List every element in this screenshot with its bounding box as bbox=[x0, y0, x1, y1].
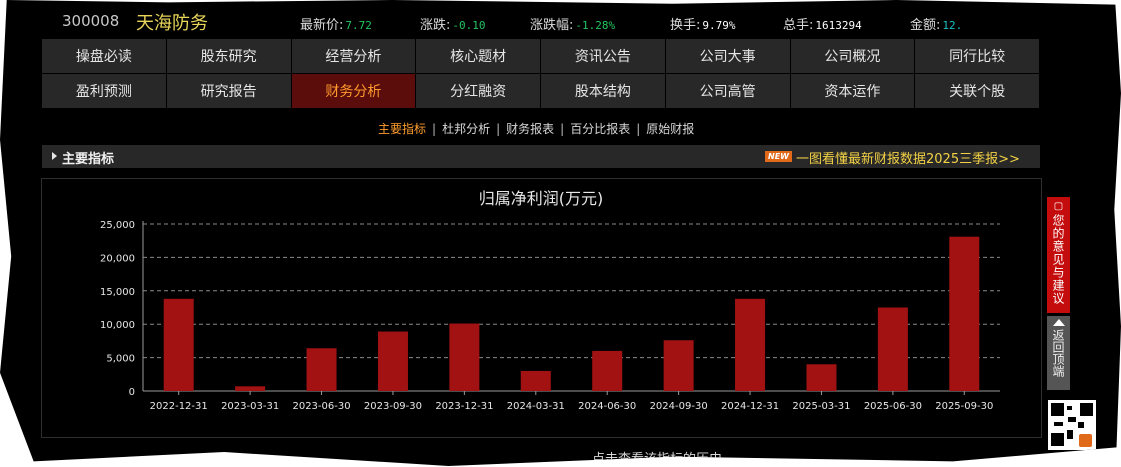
nav-tab-ziben[interactable]: 资本运作 bbox=[790, 74, 915, 108]
subtab-original[interactable]: 原始财报 bbox=[646, 120, 694, 137]
bar bbox=[163, 298, 194, 391]
section-title: 主要指标 bbox=[62, 152, 115, 167]
nav-tab-yanjiu[interactable]: 研究报告 bbox=[166, 74, 291, 108]
nav-tab-zixun[interactable]: 资讯公告 bbox=[541, 39, 665, 73]
stock-code: 300008 bbox=[62, 12, 120, 30]
history-hint[interactable]: 点击查看该指标的历史 bbox=[592, 448, 722, 466]
bar bbox=[806, 364, 837, 391]
x-tick-label: 2024-09-30 bbox=[650, 401, 708, 412]
y-tick-label: 15,000 bbox=[100, 287, 135, 298]
x-tick-label: 2024-12-31 bbox=[721, 401, 779, 412]
bar bbox=[377, 331, 408, 391]
bar bbox=[877, 307, 908, 391]
volume: 总手: 1613294 bbox=[783, 18, 862, 33]
qr-code bbox=[1048, 400, 1096, 450]
nav-tab-hexin[interactable]: 核心题材 bbox=[416, 39, 540, 73]
nav-row-1: 操盘必读 股东研究 经营分析 核心题材 资讯公告 公司大事 公司概况 同行比较 bbox=[42, 39, 1040, 73]
x-tick-label: 2023-12-31 bbox=[435, 401, 493, 412]
price-change: 涨跌: -0.10 bbox=[420, 18, 486, 33]
amount: 金额: 12. bbox=[910, 18, 963, 33]
x-tick-label: 2025-03-31 bbox=[792, 401, 850, 412]
chart-title: 归属净利润(万元) bbox=[479, 189, 604, 208]
bar bbox=[592, 350, 623, 391]
x-tick-label: 2025-06-30 bbox=[864, 401, 922, 412]
x-tick-label: 2024-06-30 bbox=[578, 401, 636, 412]
subtab-percent[interactable]: 百分比报表 bbox=[570, 120, 630, 137]
arrow-up-icon bbox=[1052, 319, 1065, 326]
turnover: 换手: 9.79% bbox=[670, 18, 736, 33]
bar bbox=[949, 236, 980, 391]
nav-tab-gaikuang[interactable]: 公司概况 bbox=[790, 39, 915, 73]
x-tick-label: 2023-06-30 bbox=[292, 401, 350, 412]
y-tick-label: 20,000 bbox=[100, 253, 135, 264]
feedback-button[interactable]: ▢ 您的意见与建议 bbox=[1047, 197, 1070, 313]
x-tick-label: 2023-09-30 bbox=[364, 401, 422, 412]
bar bbox=[663, 340, 694, 391]
back-to-top-label: 返回顶端 bbox=[1051, 329, 1065, 377]
x-tick-label: 2022-12-31 bbox=[150, 401, 208, 412]
stock-name[interactable]: 天海防务 bbox=[136, 9, 208, 35]
app-frame: 300008 天海防务 最新价: 7.72 涨跌: -0.10 涨跌幅: -1.28%… bbox=[0, 0, 1121, 466]
subtab-main-indicators[interactable]: 主要指标 bbox=[378, 120, 426, 137]
nav-tab-yingli[interactable]: 盈利预测 bbox=[42, 74, 166, 108]
comment-icon: ▢ bbox=[1053, 201, 1064, 212]
x-tick-label: 2024-03-31 bbox=[507, 401, 565, 412]
y-tick-label: 5,000 bbox=[106, 354, 135, 365]
nav-tab-tonghang[interactable]: 同行比较 bbox=[915, 39, 1039, 73]
section-header: 主要指标 NEW 一图看懂最新财报数据2025三季报>> bbox=[42, 145, 1040, 168]
y-tick-label: 25,000 bbox=[100, 220, 135, 231]
nav-tab-caopan[interactable]: 操盘必读 bbox=[42, 39, 166, 73]
back-to-top-button[interactable]: 返回顶端 bbox=[1047, 316, 1070, 390]
bar bbox=[306, 348, 337, 391]
nav-tab-dashi[interactable]: 公司大事 bbox=[665, 39, 790, 73]
bar bbox=[735, 298, 766, 391]
y-tick-label: 10,000 bbox=[100, 320, 135, 331]
feedback-label: 您的意见与建议 bbox=[1051, 214, 1065, 305]
expand-arrow-icon[interactable] bbox=[52, 152, 57, 160]
promo-link[interactable]: 一图看懂最新财报数据2025三季报>> bbox=[796, 148, 1020, 167]
nav-tab-gudong[interactable]: 股东研究 bbox=[166, 39, 291, 73]
bar bbox=[449, 323, 480, 391]
bar bbox=[520, 370, 551, 391]
quote-bar: 300008 天海防务 最新价: 7.72 涨跌: -0.10 涨跌幅: -1.28%… bbox=[42, 8, 1052, 36]
bar bbox=[235, 386, 266, 391]
x-tick-label: 2023-03-31 bbox=[221, 401, 279, 412]
nav-tab-jingying[interactable]: 经营分析 bbox=[291, 39, 416, 73]
nav-row-2: 盈利预测 研究报告 财务分析 分红融资 股本结构 公司高管 资本运作 关联个股 bbox=[42, 74, 1040, 108]
app-logo-icon bbox=[1079, 434, 1092, 447]
net-profit-chart: 归属净利润(万元) 0 5,000 10,000 15,000 20,000 25,000 2… bbox=[41, 178, 1042, 438]
subtab-statements[interactable]: 财务报表 bbox=[506, 120, 554, 137]
new-badge: NEW bbox=[765, 151, 792, 162]
chart-svg: 归属净利润(万元) 0 5,000 10,000 15,000 20,000 25,000 2… bbox=[100, 189, 1000, 412]
subtab-bar: 主要指标 | 杜邦分析 | 财务报表 | 百分比报表 | 原始财报 bbox=[378, 120, 695, 137]
nav-tab-fenhong[interactable]: 分红融资 bbox=[416, 74, 540, 108]
change-percent: 涨跌幅: -1.28% bbox=[530, 18, 616, 33]
nav-tab-caiwu[interactable]: 财务分析 bbox=[291, 74, 416, 108]
nav-tab-guben[interactable]: 股本结构 bbox=[541, 74, 665, 108]
nav-tab-guanlian[interactable]: 关联个股 bbox=[915, 74, 1039, 108]
nav-tab-gaoguan[interactable]: 公司高管 bbox=[665, 74, 790, 108]
latest-price: 最新价: 7.72 bbox=[300, 18, 372, 33]
x-tick-label: 2025-09-30 bbox=[935, 401, 993, 412]
y-tick-label: 0 bbox=[129, 387, 135, 398]
subtab-dupont[interactable]: 杜邦分析 bbox=[442, 120, 490, 137]
